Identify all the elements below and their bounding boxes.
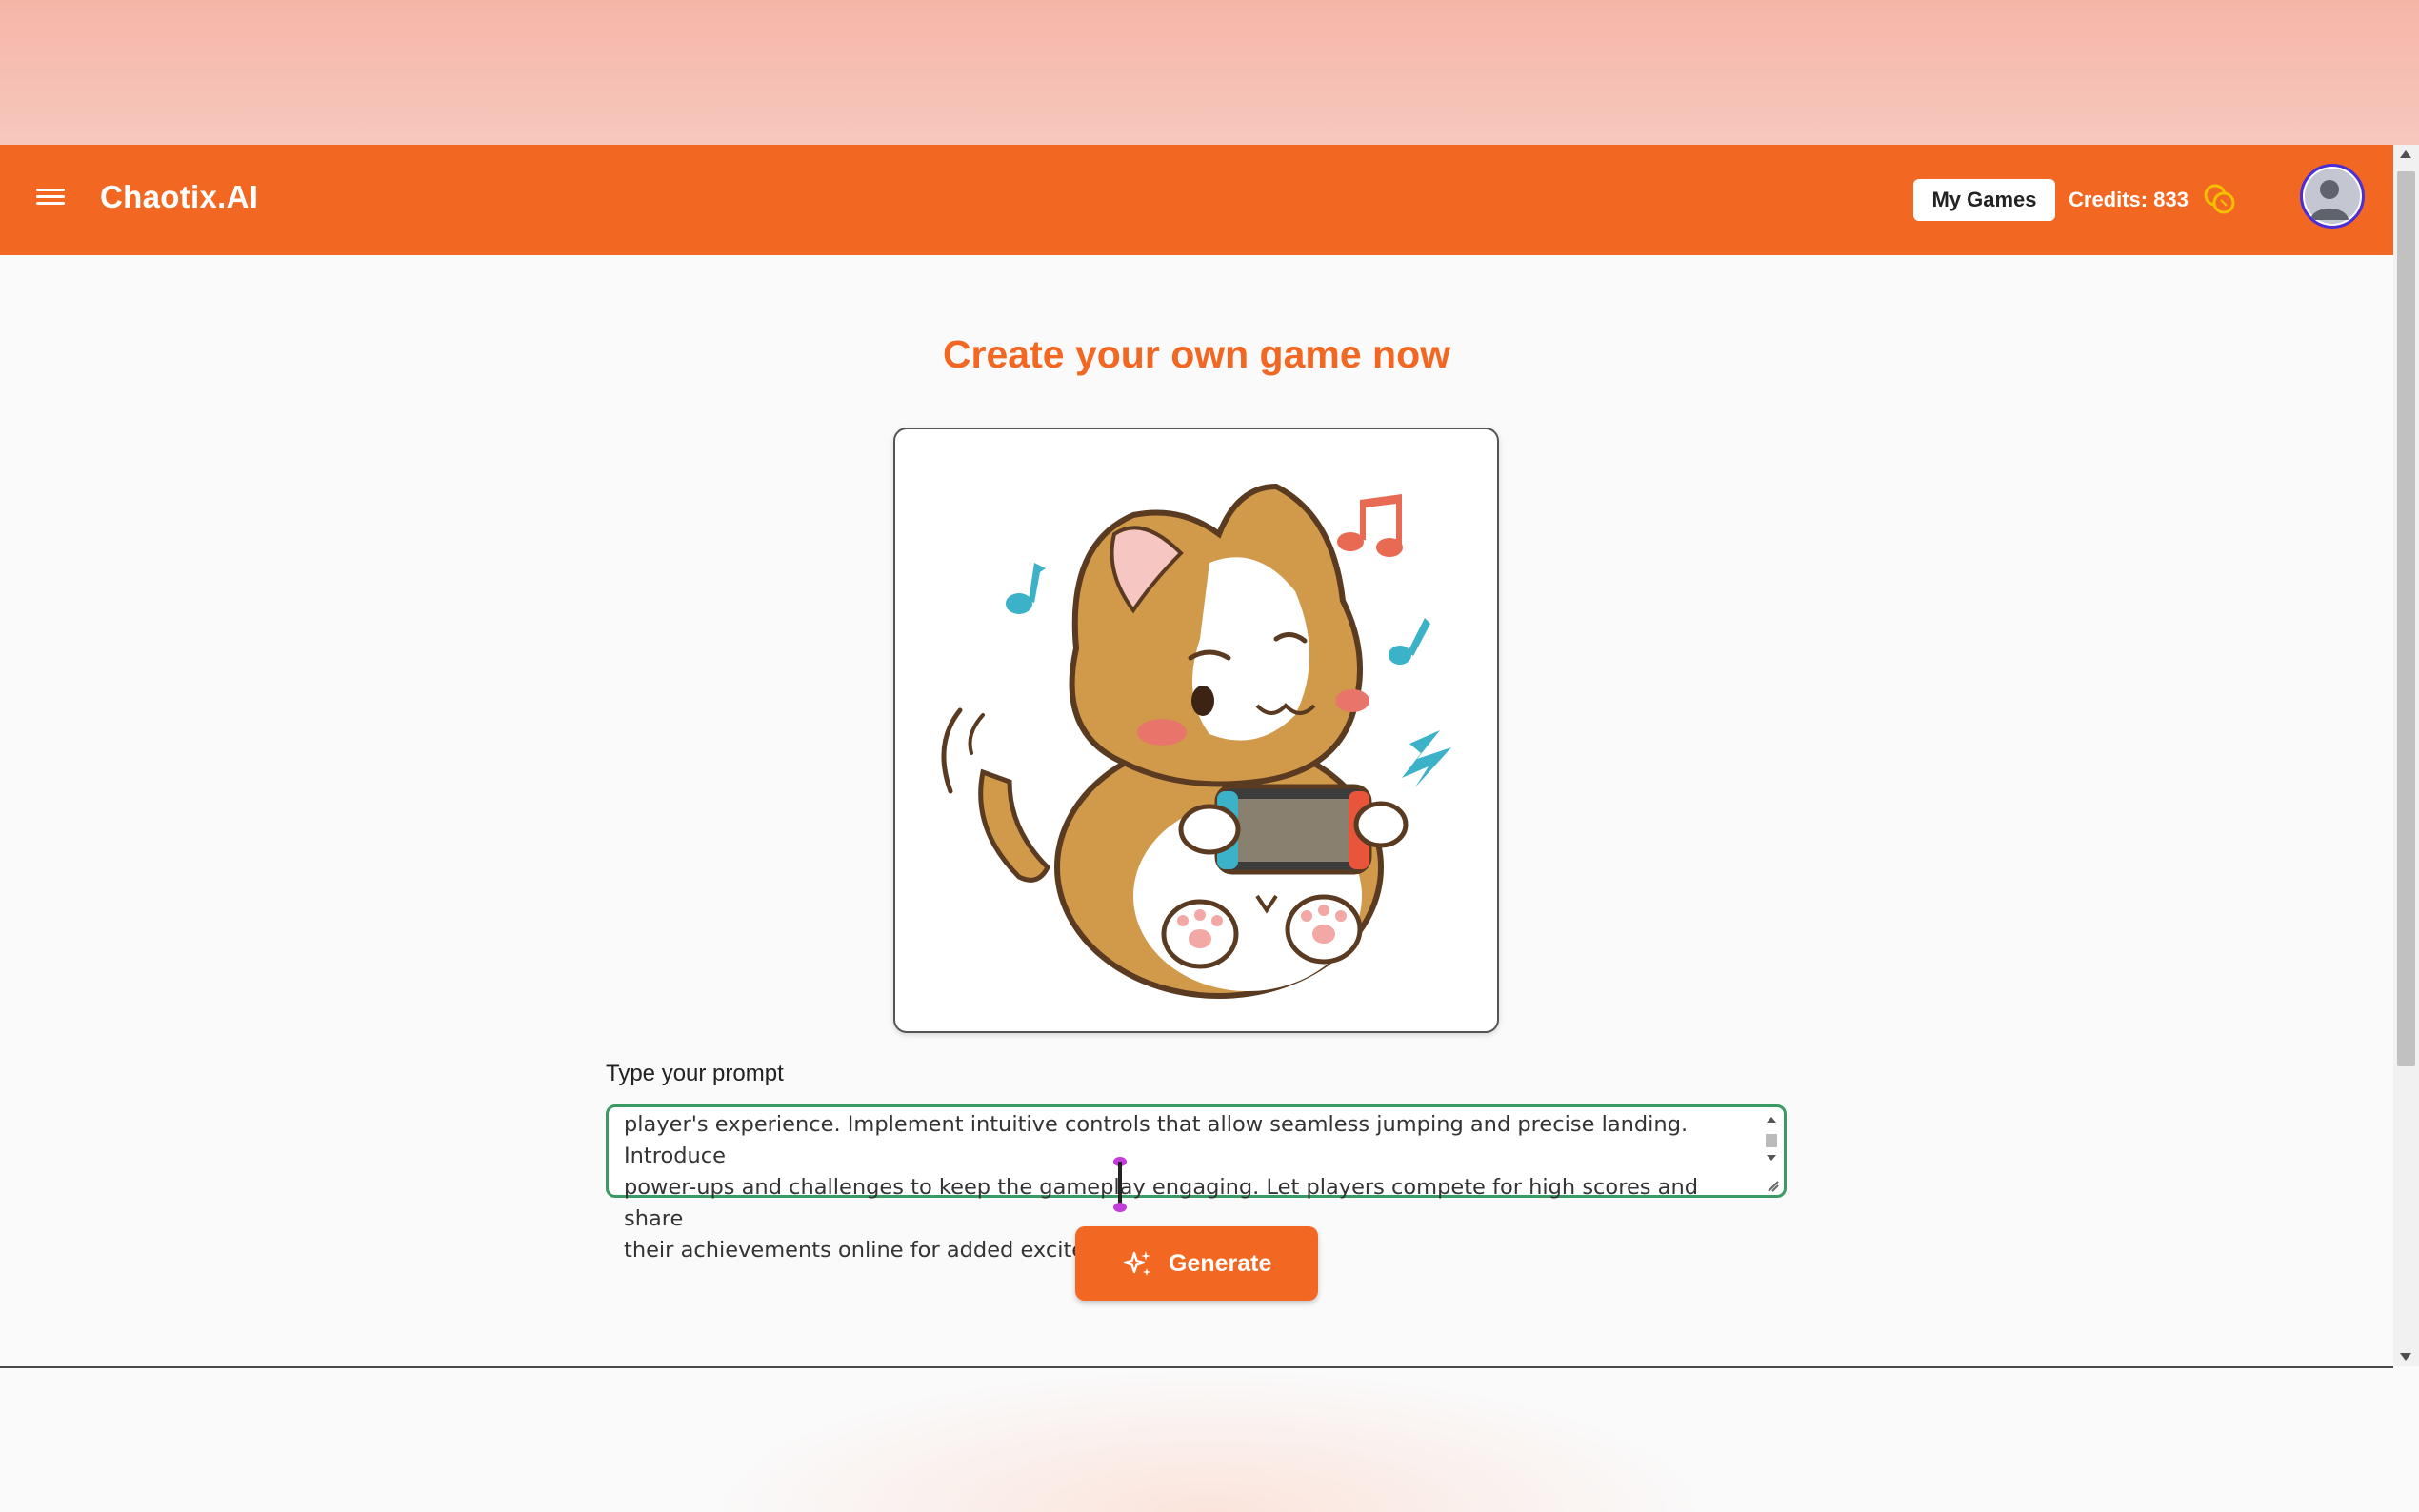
user-avatar-icon[interactable]: [2300, 164, 2365, 229]
brand-logo[interactable]: Chaotix.AI: [100, 179, 258, 215]
scroll-down-arrow-icon[interactable]: [2400, 1353, 2411, 1361]
app-viewport: Chaotix.AI My Games Credits: 833 Create …: [0, 145, 2393, 1368]
page-scrollbar[interactable]: [2393, 145, 2419, 1366]
hamburger-menu-icon[interactable]: [36, 185, 65, 213]
scroll-up-arrow-icon[interactable]: [2400, 150, 2411, 158]
prompt-label: Type your prompt: [606, 1061, 784, 1086]
corgi-gamer-illustration: [893, 428, 1499, 1033]
top-navbar: Chaotix.AI My Games Credits: 833: [0, 145, 2393, 255]
text-cursor-icon: [1113, 1157, 1127, 1212]
sparkles-icon: [1123, 1251, 1150, 1276]
coins-icon: [2204, 184, 2235, 214]
generate-button[interactable]: Generate: [1075, 1226, 1318, 1301]
my-games-button[interactable]: My Games: [1913, 179, 2055, 221]
browser-top-backdrop: [0, 0, 2419, 145]
scrollbar-thumb[interactable]: [2397, 171, 2415, 1066]
textarea-scrollbar[interactable]: [1763, 1111, 1780, 1193]
browser-bottom-backdrop: [0, 1368, 2419, 1512]
credits-counter: Credits: 833: [2069, 188, 2189, 211]
prompt-textarea[interactable]: player's experience. Implement intuitive…: [606, 1104, 1787, 1263]
generate-label: Generate: [1169, 1250, 1272, 1277]
page-title: Create your own game now: [942, 332, 1451, 376]
prompt-line: player's experience. Implement intuitive…: [624, 1112, 1689, 1168]
